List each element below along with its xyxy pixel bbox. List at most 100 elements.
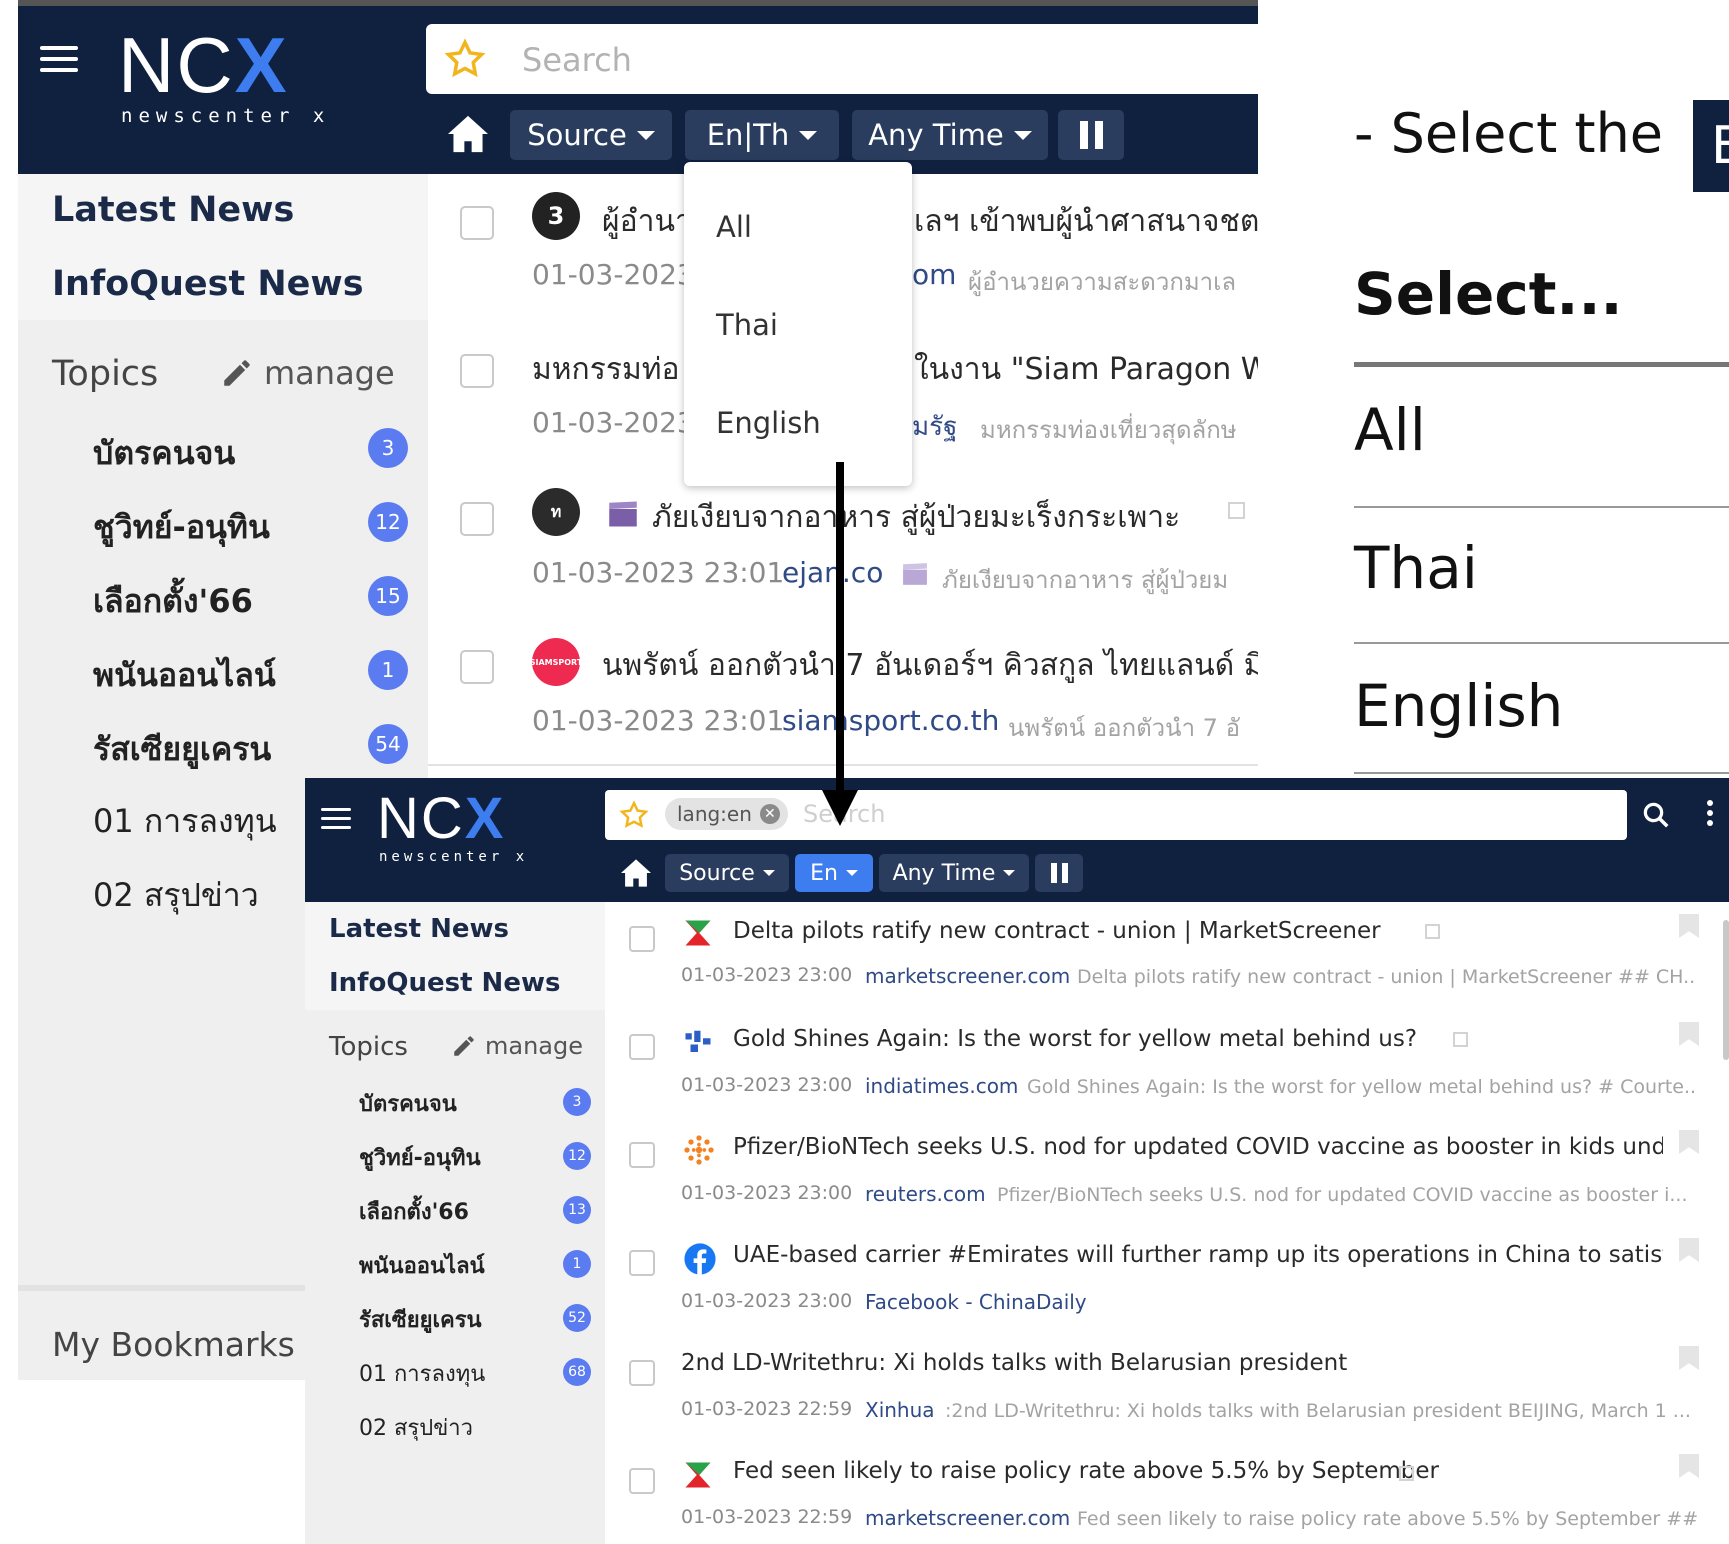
row-checkbox[interactable] xyxy=(629,1034,655,1060)
logo[interactable]: NCX xyxy=(377,790,505,848)
filter-chip[interactable]: lang:en ✕ xyxy=(665,798,788,830)
sidebar-topic[interactable]: 02 สรุปข่าว xyxy=(359,1410,473,1445)
row-checkbox[interactable] xyxy=(460,206,494,240)
pause-button[interactable] xyxy=(1035,854,1083,892)
search-icon[interactable] xyxy=(1641,800,1671,830)
sidebar-item-latest-news[interactable]: Latest News xyxy=(329,914,509,944)
sidebar-topic[interactable]: ชูวิทย์-อนุทิน xyxy=(359,1140,481,1175)
news-source[interactable]: reuters.com xyxy=(865,1182,986,1206)
row-checkbox[interactable] xyxy=(460,354,494,388)
logo[interactable]: NCX xyxy=(118,26,289,104)
instruction-text: - Select the xyxy=(1354,102,1664,165)
external-link-icon[interactable] xyxy=(1425,924,1440,939)
sidebar-topic[interactable]: 01 การลงทุน xyxy=(359,1356,485,1391)
option-divider xyxy=(1354,642,1729,644)
news-title[interactable]: Pfizer/BioNTech seeks U.S. nod for updat… xyxy=(733,1134,1663,1160)
sidebar-item-my-bookmarks[interactable]: My Bookmarks xyxy=(52,1325,295,1364)
news-title[interactable]: ภัยเงียบจากอาหาร สู่ผู้ป่วยมะเร็งกระเพาะ xyxy=(652,494,1212,541)
sidebar-topic[interactable]: รัสเซียยูเครน xyxy=(93,724,271,775)
row-checkbox[interactable] xyxy=(629,926,655,952)
manage-topics-link[interactable]: manage xyxy=(220,354,395,392)
external-link-icon[interactable] xyxy=(1453,1032,1468,1047)
language-option-all[interactable]: All xyxy=(716,210,752,244)
topic-count-badge: 12 xyxy=(368,502,408,542)
news-date: 01-03-2023 22:59 xyxy=(681,1398,853,1420)
sidebar-topic[interactable]: เลือกตั้ง'66 xyxy=(359,1194,469,1229)
option-divider xyxy=(1354,506,1729,508)
sidebar-topic[interactable]: 01 การลงทุน xyxy=(93,796,277,847)
news-date: 01-03-2023 23:00 xyxy=(681,1182,853,1204)
bottom-screenshot: NCX newscenter x lang:en ✕ Search Source xyxy=(305,778,1729,1544)
news-title[interactable]: 2nd LD-Writethru: Xi holds talks with Be… xyxy=(681,1350,1347,1376)
topic-count-badge: 54 xyxy=(368,724,408,764)
star-icon[interactable] xyxy=(444,38,486,80)
sidebar-topic[interactable]: ชูวิทย์-อนุทิน xyxy=(93,502,270,553)
sidebar-topic[interactable]: บัตรคนจน xyxy=(359,1086,457,1121)
row-checkbox[interactable] xyxy=(629,1250,655,1276)
row-checkbox[interactable] xyxy=(629,1142,655,1168)
news-source[interactable]: Xinhua xyxy=(865,1398,935,1422)
language-dropdown[interactable]: En xyxy=(795,854,873,892)
chevron-down-icon xyxy=(1003,870,1016,876)
sidebar-item-infoquest-news[interactable]: InfoQuest News xyxy=(329,968,560,998)
row-checkbox[interactable] xyxy=(460,502,494,536)
search-bar[interactable]: lang:en ✕ Search xyxy=(605,790,1627,840)
news-date: 01-03-2023 23:01 xyxy=(532,704,785,737)
time-dropdown[interactable]: Any Time xyxy=(852,110,1048,160)
menu-icon[interactable] xyxy=(40,46,78,72)
sidebar-item-infoquest-news[interactable]: InfoQuest News xyxy=(52,264,364,304)
row-checkbox[interactable] xyxy=(629,1360,655,1386)
select-option-thai[interactable]: Thai xyxy=(1354,534,1478,602)
news-title[interactable]: Fed seen likely to raise policy rate abo… xyxy=(733,1458,1439,1484)
time-dropdown[interactable]: Any Time xyxy=(879,854,1029,892)
star-icon[interactable] xyxy=(619,800,649,830)
news-title[interactable]: ผู้อำนา xyxy=(602,198,692,245)
menu-icon[interactable] xyxy=(321,808,351,829)
chevron-down-icon xyxy=(845,870,858,876)
news-title[interactable]: ในงาน "Siam Paragon W xyxy=(914,346,1258,393)
news-source[interactable]: Facebook - ChinaDaily xyxy=(865,1290,1087,1314)
news-title[interactable]: Delta pilots ratify new contract - union… xyxy=(733,918,1381,944)
source-dropdown[interactable]: Source xyxy=(665,854,789,892)
sidebar-item-latest-news[interactable]: Latest News xyxy=(52,190,294,230)
sidebar-topic[interactable]: บัตรคนจน xyxy=(93,428,235,479)
more-vertical-icon[interactable] xyxy=(1707,800,1713,826)
news-source[interactable]: indiatimes.com xyxy=(865,1074,1018,1098)
sidebar-topic[interactable]: 02 สรุปข่าว xyxy=(93,870,259,921)
select-option-english[interactable]: English xyxy=(1354,672,1563,740)
search-bar[interactable]: Search xyxy=(426,24,1258,94)
manage-topics-link[interactable]: manage xyxy=(451,1032,583,1060)
news-title[interactable]: เลฯ เข้าพบผู้นำศาสนาจชต. xyxy=(914,198,1258,245)
news-title[interactable]: มหกรรมท่อ xyxy=(532,346,680,393)
pause-button[interactable] xyxy=(1058,110,1124,160)
language-dropdown[interactable]: En|Th xyxy=(685,110,839,160)
row-checkbox[interactable] xyxy=(629,1468,655,1494)
news-title[interactable]: นพรัตน์ ออกตัวนำ 7 อันเดอร์ฯ คิวสกูล ไทย… xyxy=(602,642,1258,689)
news-title[interactable]: Gold Shines Again: Is the worst for yell… xyxy=(733,1026,1417,1052)
sidebar-topic[interactable]: พนันออนไลน์ xyxy=(359,1248,485,1283)
home-icon[interactable] xyxy=(619,858,653,888)
news-source[interactable]: มรัฐ xyxy=(912,406,957,447)
language-option-thai[interactable]: Thai xyxy=(716,308,778,342)
row-checkbox[interactable] xyxy=(460,650,494,684)
close-icon[interactable]: ✕ xyxy=(759,804,780,824)
sidebar-topic[interactable]: พนันออนไลน์ xyxy=(93,650,276,701)
news-source[interactable]: om xyxy=(912,258,956,291)
news-title[interactable]: UAE-based carrier #Emirates will further… xyxy=(733,1242,1663,1268)
chevron-down-icon xyxy=(636,130,655,140)
sidebar-topic[interactable]: เลือกตั้ง'66 xyxy=(93,576,253,627)
scrollbar[interactable] xyxy=(1723,920,1729,1060)
source-dropdown[interactable]: Source xyxy=(510,110,672,160)
external-link-icon[interactable] xyxy=(1399,1466,1414,1481)
home-icon[interactable] xyxy=(446,114,490,154)
pause-icon xyxy=(1079,121,1103,149)
topic-count-badge: 3 xyxy=(563,1088,591,1116)
news-source[interactable]: siamsport.co.th xyxy=(782,704,999,737)
news-source[interactable]: marketscreener.com xyxy=(865,964,1070,988)
language-option-english[interactable]: English xyxy=(716,406,821,440)
external-link-icon[interactable] xyxy=(1228,502,1245,519)
sidebar-topic[interactable]: รัสเซียยูเครน xyxy=(359,1302,482,1337)
language-dropdown-menu: All Thai English xyxy=(684,162,912,486)
news-source[interactable]: marketscreener.com xyxy=(865,1506,1070,1530)
select-option-all[interactable]: All xyxy=(1354,396,1426,464)
